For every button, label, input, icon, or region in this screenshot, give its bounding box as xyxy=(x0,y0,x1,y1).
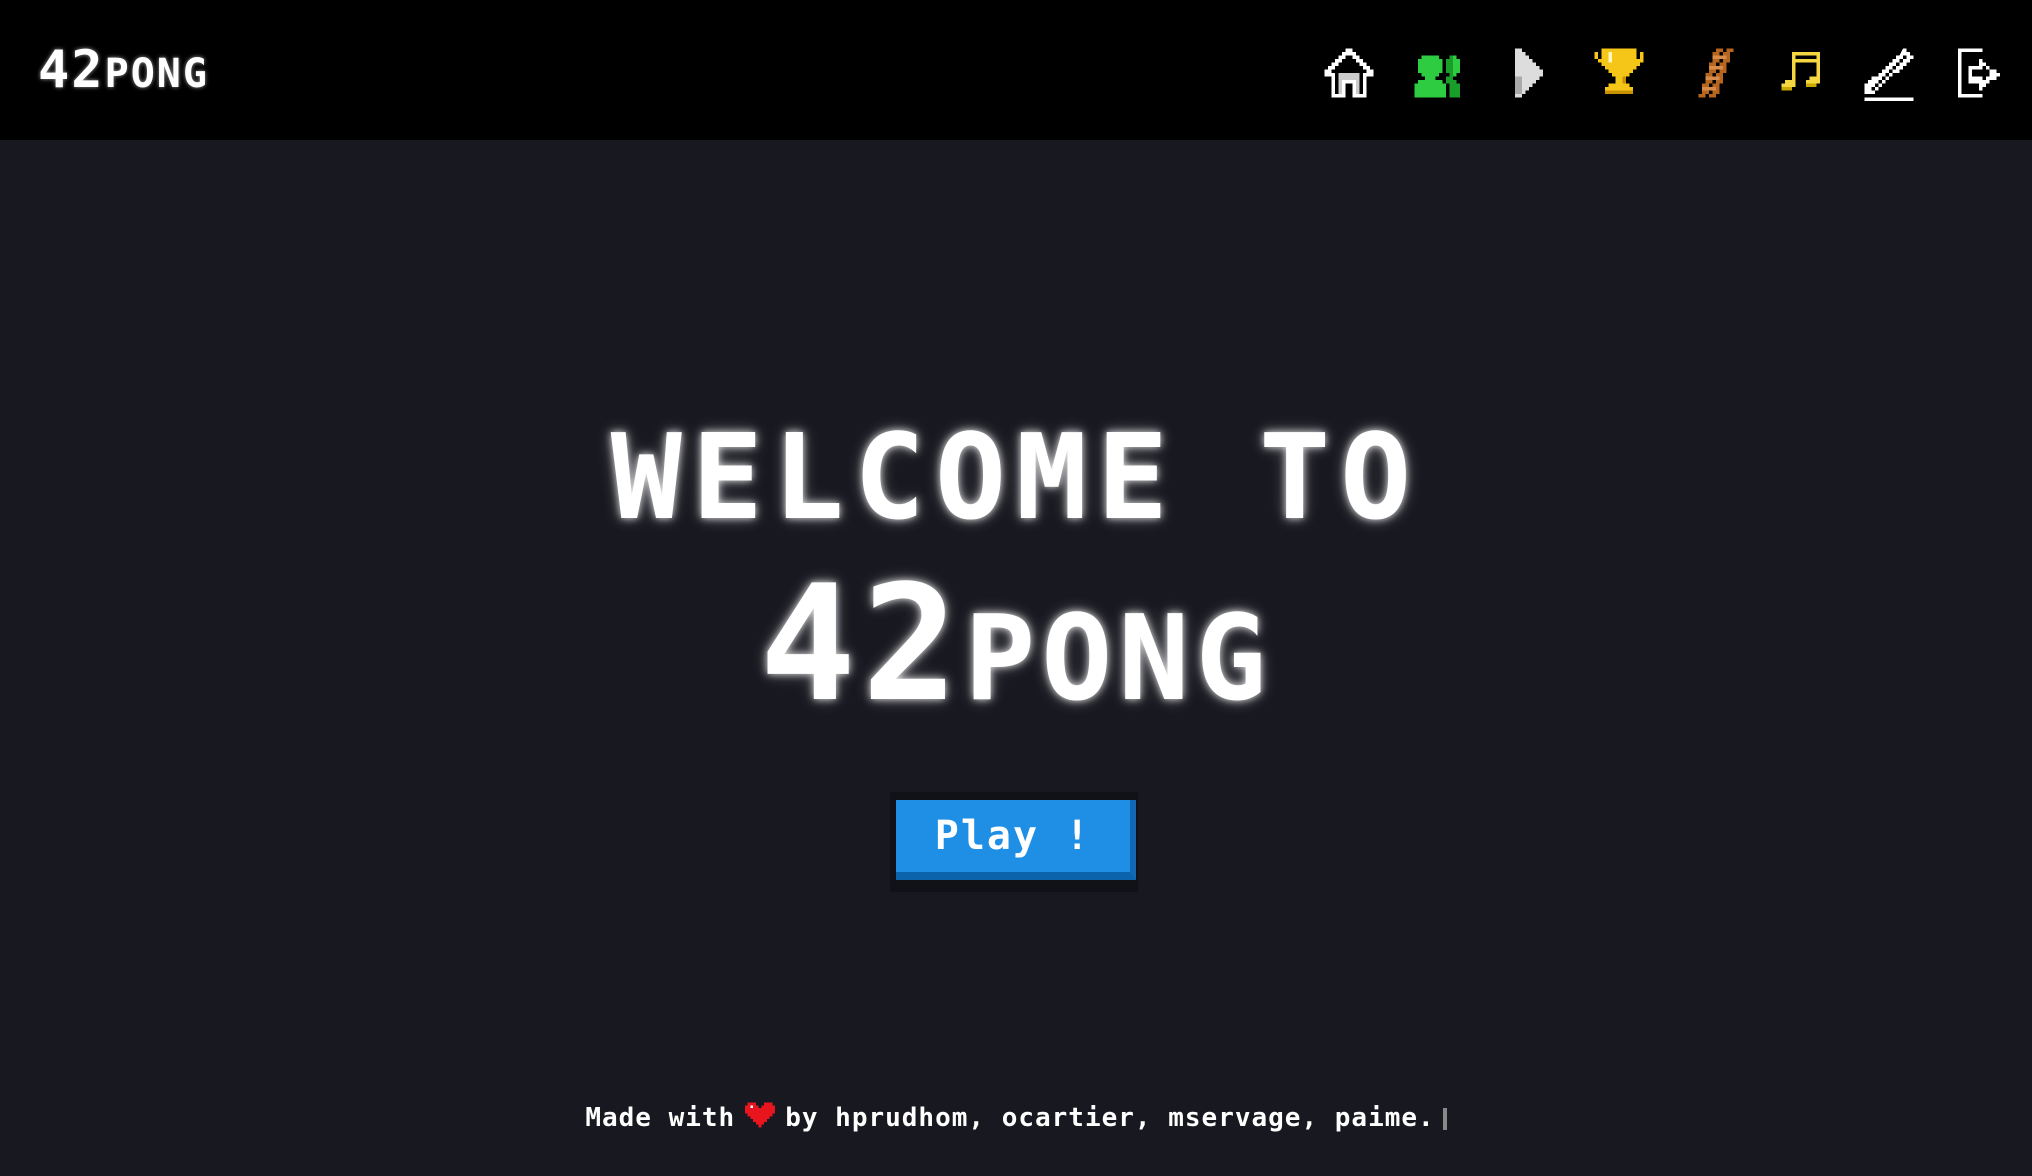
main-content: WELCOME TO 42PONG Play ! Made with by hpr… xyxy=(0,140,2032,1176)
nav-icons xyxy=(1304,38,2024,108)
app-name-heading: 42PONG xyxy=(0,550,2032,737)
music-icon xyxy=(1781,52,1820,91)
nav-music-button[interactable] xyxy=(1754,38,1844,108)
logo-word: PONG xyxy=(104,51,209,97)
logout-icon xyxy=(1958,48,2000,98)
play-button-shadow: Play ! xyxy=(890,792,1138,892)
nav-logout-button[interactable] xyxy=(1934,38,2024,108)
trophy-icon xyxy=(1594,48,1644,94)
app-logo[interactable]: 42PONG xyxy=(38,40,209,100)
footer-suffix: by hprudhom, ocartier, mservage, paime. xyxy=(785,1103,1435,1133)
heading-word: PONG xyxy=(964,589,1273,727)
ladder-icon xyxy=(1698,48,1734,98)
nav-home-button[interactable] xyxy=(1304,38,1394,108)
nav-trophy-button[interactable] xyxy=(1574,38,1664,108)
logo-number: 42 xyxy=(38,40,105,100)
footer-credits: Made with by hprudhom, ocartier, mservage… xyxy=(0,1102,2032,1135)
nav-play-button[interactable] xyxy=(1484,38,1574,108)
play-button[interactable]: Play ! xyxy=(896,800,1136,880)
heart-icon xyxy=(745,1102,776,1135)
text-cursor xyxy=(1442,1107,1447,1130)
home-icon xyxy=(1324,48,1374,98)
play-icon xyxy=(1515,48,1543,98)
nav-friends-button[interactable] xyxy=(1394,38,1484,108)
edit-icon xyxy=(1864,48,1914,101)
friends-icon xyxy=(1414,55,1460,98)
nav-edit-button[interactable] xyxy=(1844,38,1934,108)
welcome-heading: WELCOME TO xyxy=(610,408,1422,546)
nav-ladder-button[interactable] xyxy=(1664,38,1754,108)
heading-number: 42 xyxy=(759,550,965,737)
footer-prefix: Made with xyxy=(585,1103,736,1133)
navbar: 42PONG xyxy=(0,0,2032,140)
